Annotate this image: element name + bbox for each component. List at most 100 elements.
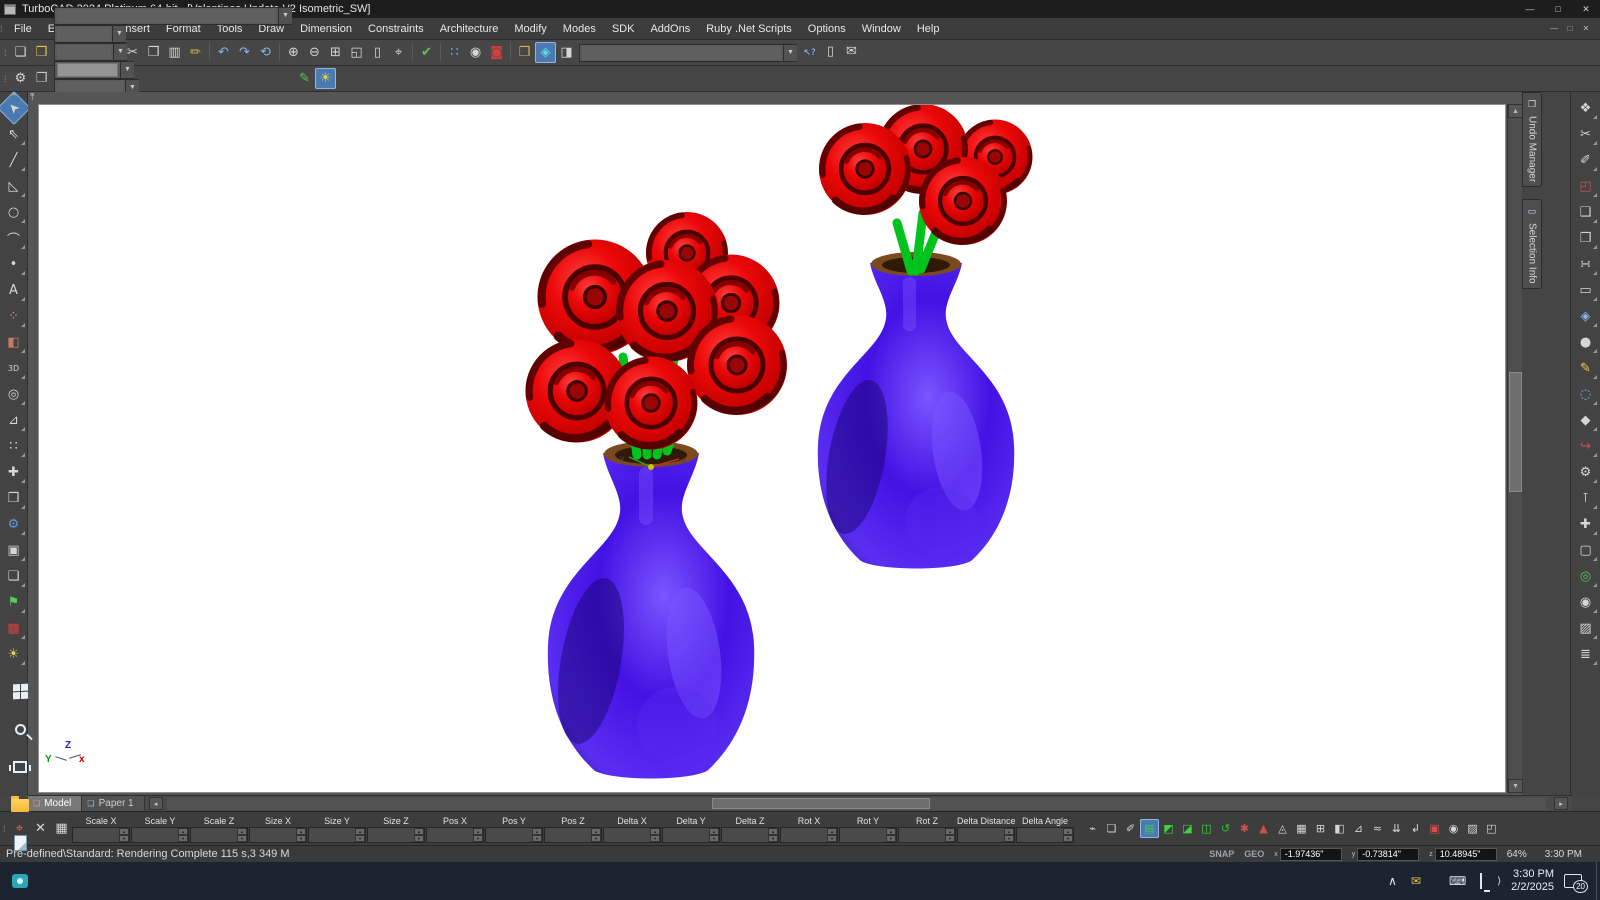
spinner-down-button[interactable]: ▼ [886, 835, 896, 842]
pick-flag-tool[interactable]: ⚑ [2, 590, 26, 614]
open-icon[interactable]: ❒ [31, 42, 52, 63]
zoom-selection-icon[interactable]: ⌖ [388, 42, 409, 63]
camera-link-icon[interactable]: ◉ [1574, 590, 1598, 614]
arrows-down-icon[interactable]: ⇊ [1387, 819, 1406, 838]
return-icon[interactable]: ↲ [1406, 819, 1425, 838]
bend-icon[interactable]: ↪ [1574, 434, 1598, 458]
calculator-icon[interactable]: ▦ [51, 818, 72, 839]
menu-window[interactable]: Window [854, 18, 909, 40]
field-input-pos-z[interactable] [545, 828, 591, 842]
property-gear-icon[interactable]: ⚙ [10, 68, 31, 89]
notepad-icon[interactable] [0, 824, 40, 862]
style-manager-icon[interactable]: ❐ [31, 68, 52, 89]
render-view-icon[interactable]: ◈ [535, 42, 556, 63]
prism-icon[interactable]: ◆ [1574, 408, 1598, 432]
task-view-button[interactable] [0, 748, 40, 786]
spinner-down-button[interactable]: ▼ [119, 835, 129, 842]
close-button[interactable]: ✕ [1572, 0, 1600, 18]
reset-icon[interactable]: ↺ [1216, 819, 1235, 838]
tray-mail-icon[interactable]: ✉ [1411, 874, 1421, 888]
screw-icon[interactable]: ⊺ [1574, 486, 1598, 510]
minimize-button[interactable]: — [1516, 0, 1544, 18]
zoom-window-icon[interactable]: ◱ [346, 42, 367, 63]
named-view-icon[interactable]: ◨ [556, 42, 577, 63]
field-input-scale-z[interactable] [191, 828, 237, 842]
select-tool[interactable]: ➤ [0, 91, 30, 125]
view-style-combo[interactable]: ▼ [579, 44, 797, 62]
scroll-up-button[interactable]: ▲ [1508, 104, 1523, 118]
grid-plus-icon[interactable]: ⊞ [1311, 819, 1330, 838]
vertical-scroll-thumb[interactable] [1509, 372, 1522, 492]
spinner-up-button[interactable]: ▲ [827, 828, 837, 835]
selection-info-tab[interactable]: ▭ Selection Info [1522, 199, 1542, 289]
spinner-down-button[interactable]: ▼ [945, 835, 955, 842]
coord-x-field[interactable]: -1.97436" [1280, 848, 1342, 861]
copy-array-tool[interactable]: ❏ [2, 564, 26, 588]
corner-icon[interactable]: ◰ [1482, 819, 1501, 838]
tray-keyboard-icon[interactable]: ⌨ [1449, 874, 1466, 888]
taskbar-clock[interactable]: 3:30 PM 2/2/2025 [1511, 868, 1554, 894]
properties-combo-3[interactable]: ▼ [54, 43, 127, 61]
new-icon[interactable]: ❏ [10, 42, 31, 63]
gear-sphere-icon[interactable]: ⚙ [1574, 460, 1598, 484]
field-input-scale-x[interactable] [73, 828, 119, 842]
copy-mode-icon[interactable]: ❏ [1102, 819, 1121, 838]
spinner-up-button[interactable]: ▲ [532, 828, 542, 835]
zoom-out-icon[interactable]: ⊖ [304, 42, 325, 63]
start-button[interactable] [0, 672, 40, 710]
pg-icon[interactable]: ∺ [1574, 252, 1598, 276]
field-input-delta-distance[interactable] [958, 828, 1004, 842]
arc-tool[interactable]: ⌒ [2, 226, 26, 250]
pick-3d-icon[interactable]: ◈ [1574, 304, 1598, 328]
spinner-up-button[interactable]: ▲ [355, 828, 365, 835]
node-edit-tool[interactable]: ⇖ [2, 122, 26, 146]
menu-options[interactable]: Options [800, 18, 854, 40]
paper-tab[interactable]: ❏ Paper 1 [82, 796, 144, 811]
ortho-mode-icon[interactable]: ◙ [486, 42, 507, 63]
select-2d-icon[interactable]: ▤ [1140, 819, 1159, 838]
menu-architecture[interactable]: Architecture [432, 18, 507, 40]
workplane-tool[interactable]: ◧ [2, 330, 26, 354]
select-region-icon[interactable]: ◌ [1574, 382, 1598, 406]
snap-toggle-icon[interactable]: ⌁ [1083, 819, 1102, 838]
undo-manager-tab[interactable]: ❐ Undo Manager [1522, 92, 1542, 187]
coord-z-field[interactable]: 10.48945" [1435, 848, 1497, 861]
combo-arrow-icon[interactable]: ▼ [112, 26, 126, 42]
spinner-up-button[interactable]: ▲ [473, 828, 483, 835]
spinner-down-button[interactable]: ▼ [414, 835, 424, 842]
tray-chevron-icon[interactable]: ∧ [1388, 874, 1397, 888]
properties-combo-1[interactable]: ▼ [54, 7, 292, 25]
field-input-pos-x[interactable] [427, 828, 473, 842]
spinner-down-button[interactable]: ▼ [532, 835, 542, 842]
menu-modify[interactable]: Modify [506, 18, 554, 40]
light-tool[interactable]: ▩ [2, 616, 26, 640]
menu-sdk[interactable]: SDK [604, 18, 643, 40]
spinner-up-button[interactable]: ▲ [119, 828, 129, 835]
spinner-down-button[interactable]: ▼ [237, 835, 247, 842]
file-explorer-icon[interactable] [0, 786, 40, 824]
half-grid-icon[interactable]: ◧ [1330, 819, 1349, 838]
spinner-down-button[interactable]: ▼ [650, 835, 660, 842]
point-tool[interactable]: • [2, 252, 26, 276]
cone-tool[interactable]: ⊿ [2, 408, 26, 432]
spinner-down-button[interactable]: ▼ [296, 835, 306, 842]
material-tool[interactable]: ⚙ [2, 512, 26, 536]
spinner-down-button[interactable]: ▼ [709, 835, 719, 842]
pen-style-icon[interactable]: ✎ [294, 68, 315, 89]
wave-icon[interactable]: ≈ [1368, 819, 1387, 838]
combo-arrow-icon[interactable]: ▼ [120, 62, 134, 78]
window-fit-icon[interactable]: ▭ [1574, 278, 1598, 302]
move-tool[interactable]: ✚ [2, 460, 26, 484]
snap-indicator[interactable]: SNAP [1209, 849, 1234, 859]
angle-icon[interactable]: ⊿ [1349, 819, 1368, 838]
tab-scroll-left-button[interactable]: ◂ [149, 797, 163, 810]
spinner-down-button[interactable]: ▼ [768, 835, 778, 842]
spinner-up-button[interactable]: ▲ [1063, 828, 1073, 835]
extract-icon[interactable]: ◰ [1574, 174, 1598, 198]
spinner-up-button[interactable]: ▲ [296, 828, 306, 835]
spinner-down-button[interactable]: ▼ [473, 835, 483, 842]
zoom-full-view-icon[interactable]: ▯ [367, 42, 388, 63]
snap-modes-icon[interactable]: ◉ [465, 42, 486, 63]
red-cell-icon[interactable]: ▣ [1425, 819, 1444, 838]
field-input-size-x[interactable] [250, 828, 296, 842]
